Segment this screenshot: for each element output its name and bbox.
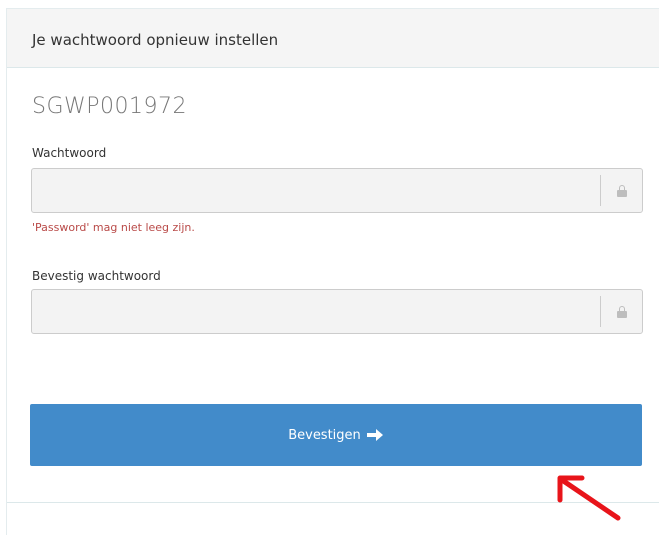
- confirm-password-input[interactable]: [32, 290, 600, 333]
- password-input-group: [31, 168, 643, 213]
- password-label: Wachtwoord: [32, 146, 107, 160]
- panel-header: Je wachtwoord opnieuw instellen: [7, 9, 659, 68]
- panel-title: Je wachtwoord opnieuw instellen: [32, 31, 279, 49]
- annotation-arrow-icon: [557, 475, 621, 521]
- password-input[interactable]: [32, 169, 600, 212]
- password-error: 'Password' mag niet leeg zijn.: [32, 221, 195, 234]
- password-addon: [600, 175, 642, 206]
- confirm-password-label: Bevestig wachtwoord: [32, 269, 161, 283]
- confirm-password-addon: [600, 296, 642, 327]
- account-code: SGWP001972: [32, 94, 188, 119]
- confirm-button[interactable]: Bevestigen: [30, 404, 642, 466]
- confirm-password-input-group: [31, 289, 643, 334]
- lock-icon: [616, 305, 627, 318]
- arrow-right-icon: [366, 429, 383, 441]
- lock-icon: [616, 184, 627, 197]
- confirm-button-label: Bevestigen: [288, 427, 361, 443]
